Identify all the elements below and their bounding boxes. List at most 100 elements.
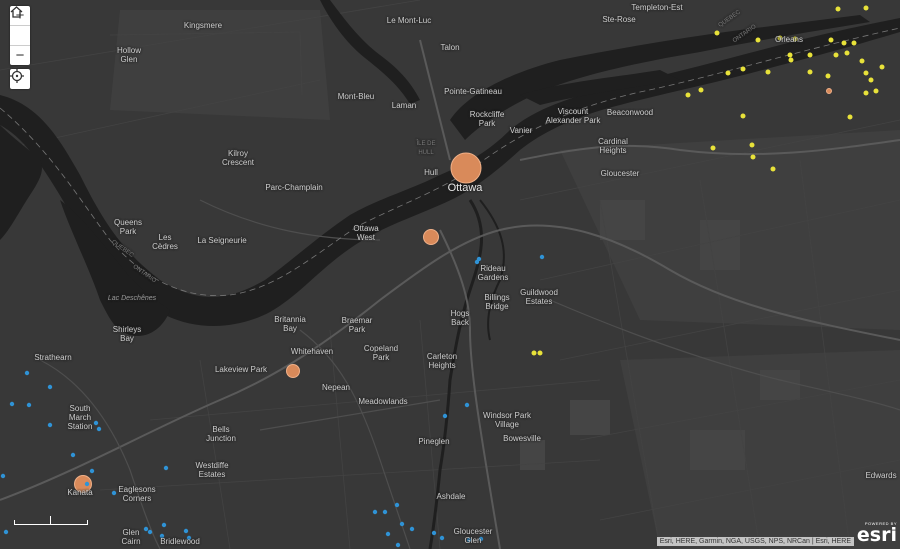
yellow-location-symbol-8[interactable] [841,40,847,46]
place-label-gloucester-glen: Gloucester Glen [453,527,493,545]
blue-location-symbol-4[interactable] [24,370,30,376]
place-label-windsor-park-village: Windsor Park Village [482,411,532,429]
yellow-location-symbol-2[interactable] [863,5,869,11]
yellow-location-symbol-10[interactable] [787,52,793,58]
place-label-rideau-gardens: Rideau Gardens [477,264,509,282]
yellow-location-symbol-29[interactable] [740,113,746,119]
map-attribution: Esri, HERE, Garmin, NGA, USGS, NPS, NRCa… [656,537,854,546]
blue-location-symbol-8[interactable] [26,402,32,408]
blue-location-symbol-24[interactable] [442,413,448,419]
blue-location-symbol-15[interactable] [111,490,117,496]
blue-location-symbol-5[interactable] [47,384,53,390]
yellow-location-symbol-16[interactable] [859,58,865,64]
yellow-location-symbol-19[interactable] [765,69,771,75]
blue-location-symbol-31[interactable] [395,542,401,548]
place-label-lakeview-park: Lakeview Park [214,365,268,374]
yellow-location-symbol-35[interactable] [537,350,543,356]
yellow-location-symbol-9[interactable] [851,40,857,46]
blue-location-symbol-19[interactable] [147,529,153,535]
place-label-talon: Talon [440,43,460,52]
blue-location-symbol-29[interactable] [409,526,415,532]
place-label-copeland-park: Copeland Park [363,344,399,362]
esri-logo: POWERED BY esri [857,521,897,546]
yellow-location-symbol-33[interactable] [770,166,776,172]
place-label-strathearn: Strathearn [34,353,72,362]
place-label-laman: Laman [391,101,417,110]
blue-location-symbol-27[interactable] [372,509,378,515]
place-label-rockcliffe-park: Rockcliffe Park [469,110,505,128]
blue-location-symbol-25[interactable] [382,509,388,515]
blue-location-symbol-21[interactable] [183,528,189,534]
yellow-location-symbol-6[interactable] [755,37,761,43]
large-location-symbol-1[interactable] [450,152,482,184]
yellow-location-symbol-26[interactable] [685,92,691,98]
blue-location-symbol-18[interactable] [143,526,149,532]
yellow-location-symbol-34[interactable] [531,350,537,356]
place-label-ste-rose: Ste-Rose [602,15,636,24]
large-location-symbol-3[interactable] [286,364,300,378]
yellow-location-symbol-15[interactable] [879,64,885,70]
yellow-location-symbol-20[interactable] [807,69,813,75]
yellow-location-symbol-28[interactable] [847,114,853,120]
yellow-location-symbol-23[interactable] [863,70,869,76]
yellow-location-symbol-3[interactable] [714,30,720,36]
blue-location-symbol-10[interactable] [93,420,99,426]
place-label-kanata: Kanata [67,488,93,497]
yellow-location-symbol-25[interactable] [863,90,869,96]
yellow-location-symbol-18[interactable] [725,70,731,76]
map-view[interactable]: Templeton-Est Ste-Rose Le Mont-Luc Kingsmer… [0,0,900,549]
yellow-location-symbol-12[interactable] [833,52,839,58]
blue-location-symbol-7[interactable] [0,473,6,479]
yellow-location-symbol-14[interactable] [788,57,794,63]
place-label-guildwood-estates: Guildwood Estates [520,288,558,306]
place-label-templeton-est: Templeton-Est [631,3,683,12]
place-label-whitehaven: Whitehaven [290,347,334,356]
place-label-glen-cairn: Glen Cairn [121,528,141,546]
yellow-location-symbol-17[interactable] [740,66,746,72]
blue-location-symbol-32[interactable] [431,530,437,536]
basemap [0,0,900,549]
large-location-symbol-5[interactable] [826,88,832,94]
place-label-carleton-heights: Carleton Heights [426,352,458,370]
blue-location-symbol-16[interactable] [163,465,169,471]
blue-location-symbol-28[interactable] [399,521,405,527]
place-label-bells-junction: Bells Junction [206,425,236,443]
zoom-out-button[interactable]: − [10,46,30,65]
place-label-billings-bridge: Billings Bridge [484,293,510,311]
yellow-location-symbol-22[interactable] [868,77,874,83]
place-label-viscount-alexander-park: Viscount Alexander Park [545,107,601,125]
scale-bar [14,516,88,525]
yellow-location-symbol-31[interactable] [749,142,755,148]
large-location-symbol-2[interactable] [423,229,439,245]
locate-button[interactable] [10,69,30,89]
place-label-ashdale: Ashdale [436,492,466,501]
blue-location-symbol-33[interactable] [439,535,445,541]
blue-location-symbol-6[interactable] [9,401,15,407]
blue-location-symbol-9[interactable] [47,422,53,428]
blue-location-symbol-23[interactable] [464,402,470,408]
yellow-location-symbol-27[interactable] [698,87,704,93]
blue-location-symbol-14[interactable] [84,481,90,487]
zoom-control: + − [10,6,30,65]
yellow-location-symbol-7[interactable] [828,37,834,43]
yellow-location-symbol-13[interactable] [844,50,850,56]
yellow-location-symbol-32[interactable] [750,154,756,160]
yellow-location-symbol-1[interactable] [835,6,841,12]
blue-location-symbol-1[interactable] [539,254,545,260]
blue-location-symbol-36[interactable] [3,529,9,535]
blue-location-symbol-30[interactable] [385,531,391,537]
blue-location-symbol-17[interactable] [161,522,167,528]
blue-location-symbol-12[interactable] [70,452,76,458]
place-label-le-mont-luc: Le Mont-Luc [386,16,432,25]
home-button[interactable] [10,6,30,46]
place-label-hollow-glen: Hollow Glen [116,46,142,64]
yellow-location-symbol-11[interactable] [807,52,813,58]
yellow-location-symbol-21[interactable] [825,73,831,79]
yellow-location-symbol-24[interactable] [873,88,879,94]
yellow-location-symbol-30[interactable] [710,145,716,151]
place-label-kilroy-crescent: Kilroy Crescent [221,149,255,167]
place-label-mont-bleu: Mont-Bleu [337,92,375,101]
blue-location-symbol-11[interactable] [96,426,102,432]
blue-location-symbol-26[interactable] [394,502,400,508]
blue-location-symbol-13[interactable] [89,468,95,474]
